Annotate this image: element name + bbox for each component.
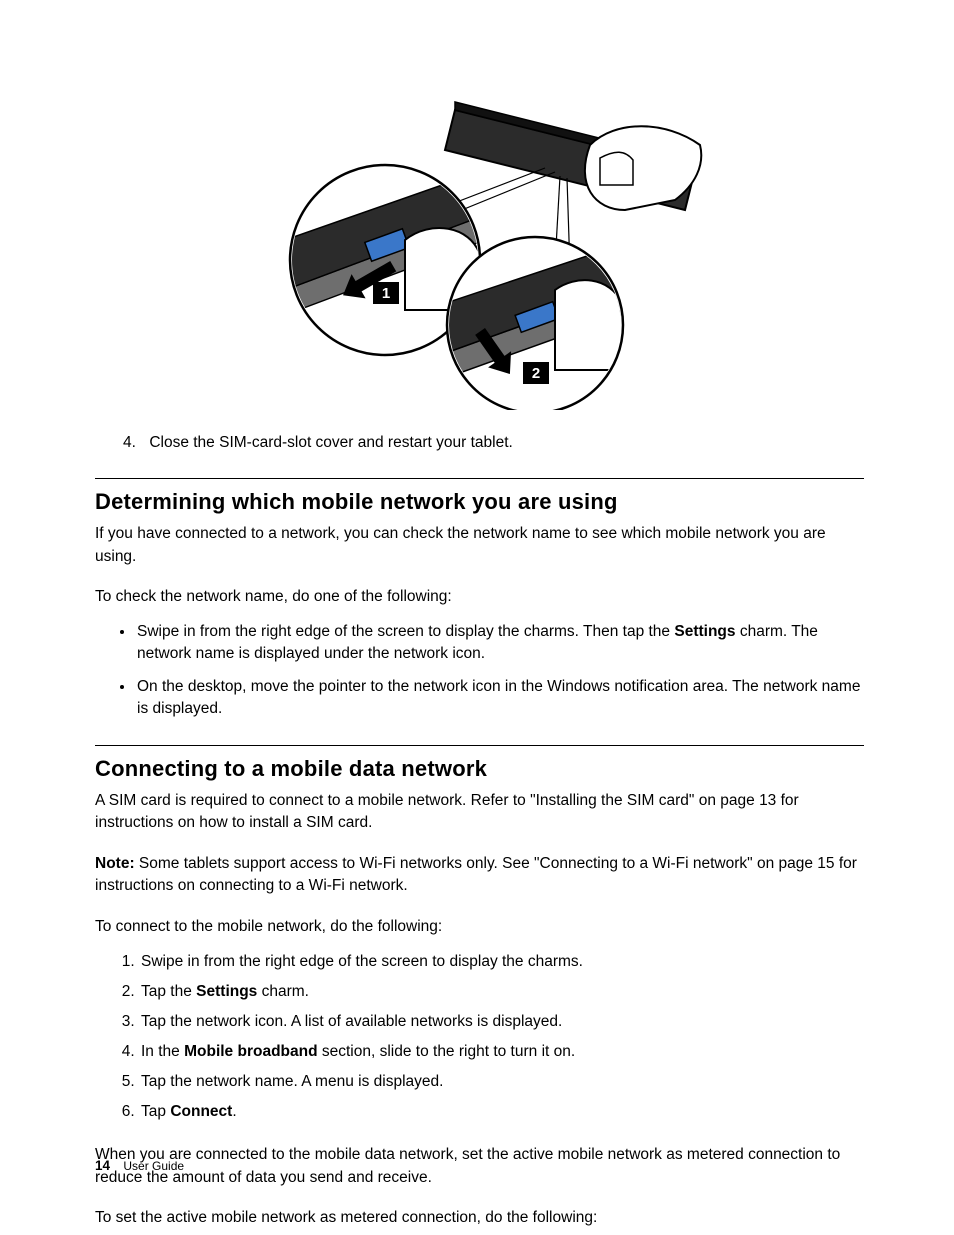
- step-4-text: Close the SIM-card-slot cover and restar…: [149, 434, 513, 451]
- section2-steps: Swipe in from the right edge of the scre…: [139, 950, 864, 1124]
- bullet-item: On the desktop, move the pointer to the …: [135, 676, 864, 721]
- step-item: Tap the Settings charm.: [139, 980, 864, 1004]
- sim-card-figure: 1 2: [95, 90, 864, 410]
- sim-install-illustration: 1 2: [255, 90, 705, 410]
- section1-intro: If you have connected to a network, you …: [95, 523, 864, 568]
- note-label: Note:: [95, 855, 135, 872]
- step-item: Tap the network name. A menu is displaye…: [139, 1070, 864, 1094]
- bullet-item: Swipe in from the right edge of the scre…: [135, 621, 864, 666]
- page-number: 14: [95, 1158, 110, 1173]
- step-item: Tap the network icon. A list of availabl…: [139, 1010, 864, 1034]
- section2-note: Note: Some tablets support access to Wi-…: [95, 853, 864, 898]
- step-item: Swipe in from the right edge of the scre…: [139, 950, 864, 974]
- step-4-number: 4.: [123, 432, 145, 454]
- step-4: 4. Close the SIM-card-slot cover and res…: [123, 432, 864, 454]
- page: 1 2: [0, 0, 954, 1235]
- section2-after2: To set the active mobile network as mete…: [95, 1207, 864, 1229]
- section2-lead: To connect to the mobile network, do the…: [95, 916, 864, 938]
- footer-label: User Guide: [123, 1159, 184, 1173]
- section-divider: [95, 478, 864, 479]
- page-footer: 14 User Guide: [95, 1158, 184, 1173]
- callout-2: 2: [531, 365, 539, 382]
- section-divider: [95, 745, 864, 746]
- callout-1: 1: [381, 285, 389, 302]
- section2-intro: A SIM card is required to connect to a m…: [95, 790, 864, 835]
- step-item: In the Mobile broadband section, slide t…: [139, 1040, 864, 1064]
- section-title-connecting: Connecting to a mobile data network: [95, 756, 864, 782]
- section1-lead: To check the network name, do one of the…: [95, 586, 864, 608]
- section1-bullets: Swipe in from the right edge of the scre…: [135, 621, 864, 721]
- section2-after1: When you are connected to the mobile dat…: [95, 1144, 864, 1189]
- step-item: Tap Connect.: [139, 1100, 864, 1124]
- section-title-determining: Determining which mobile network you are…: [95, 489, 864, 515]
